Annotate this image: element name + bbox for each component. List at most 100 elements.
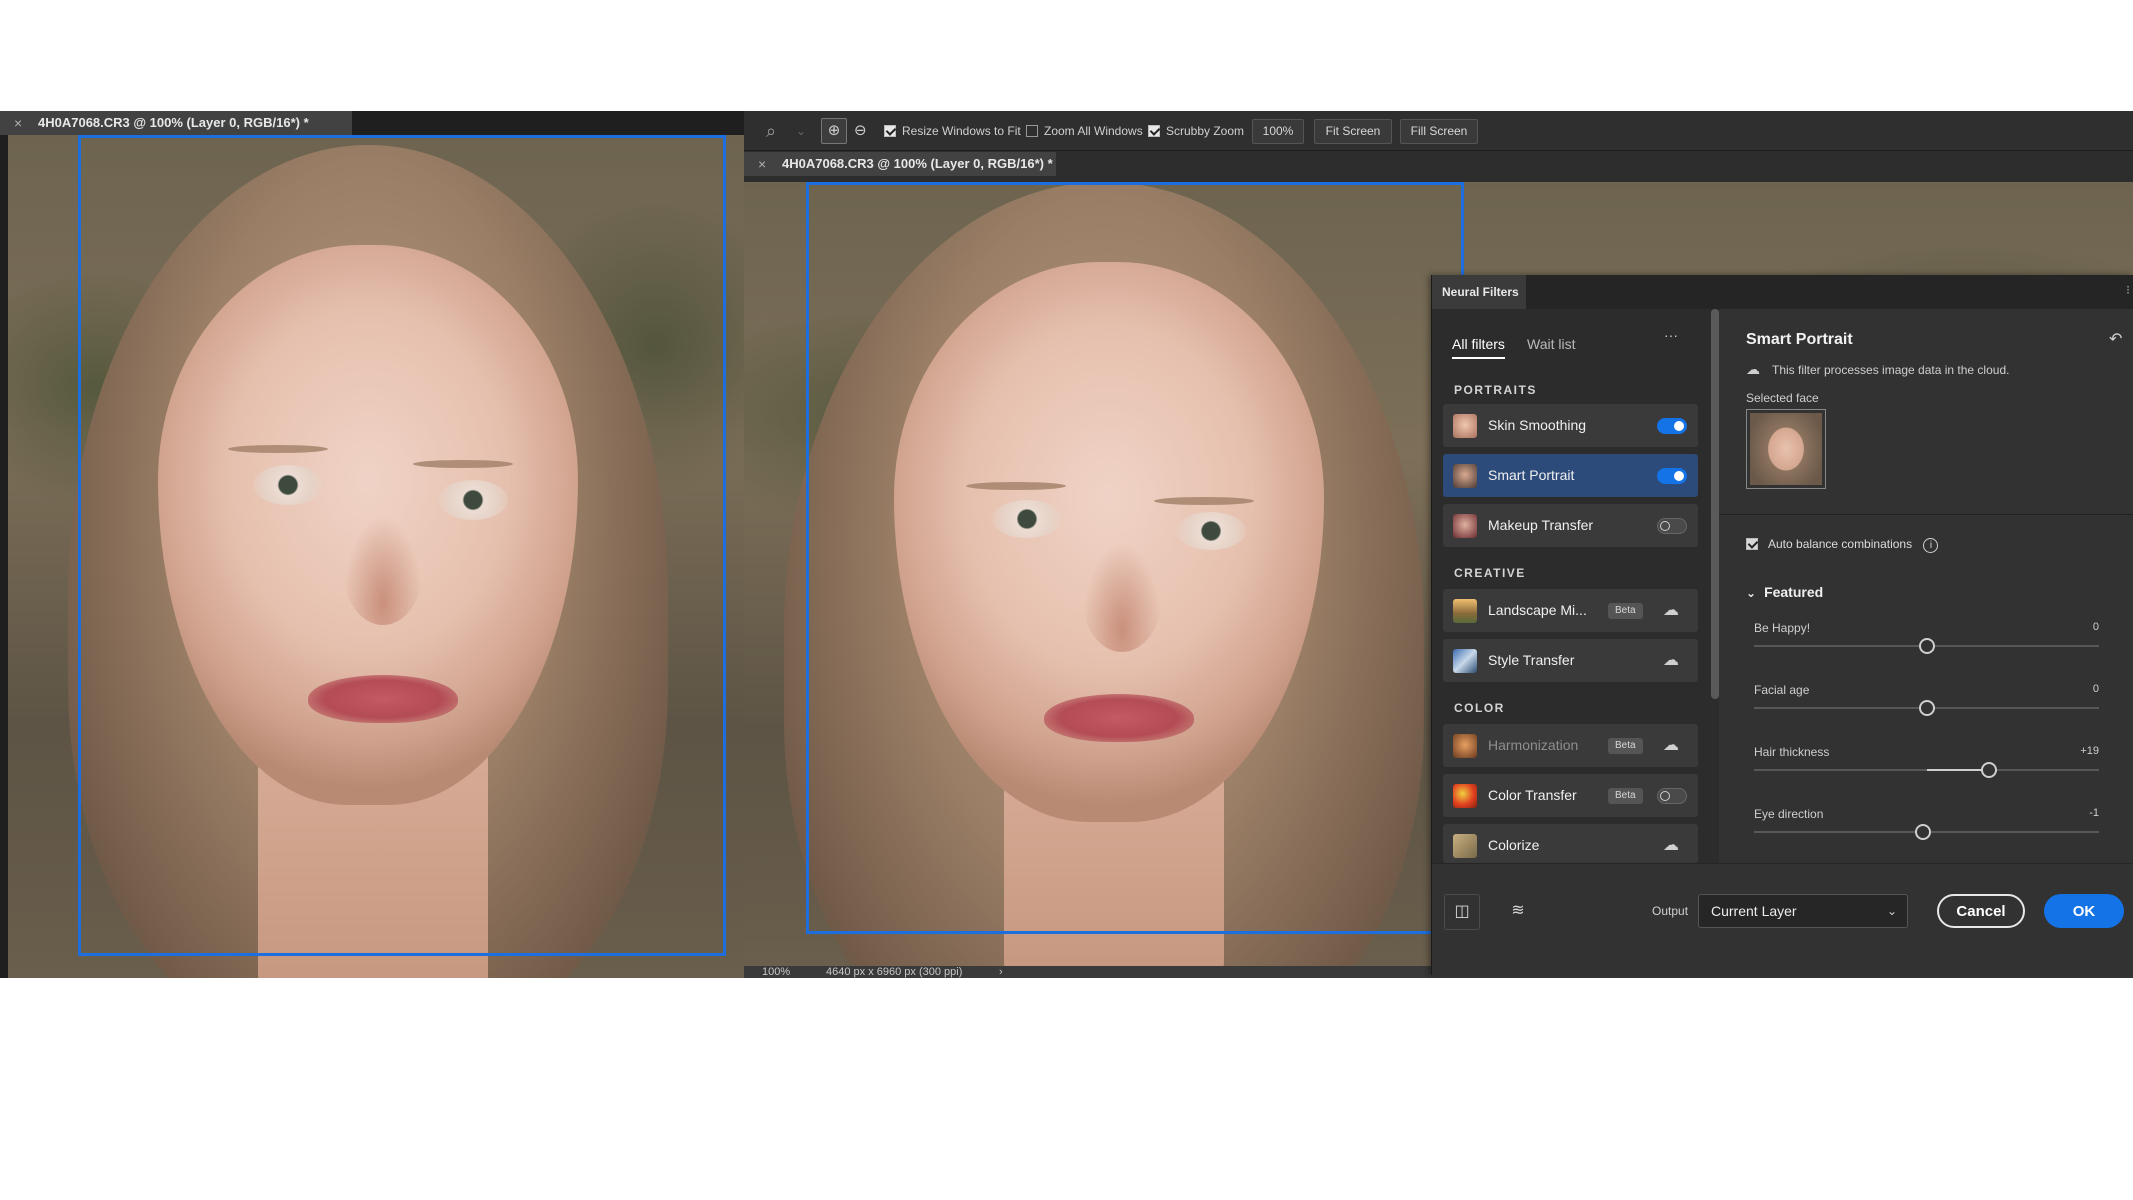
slider-value[interactable]: +19 (2059, 745, 2099, 757)
tab-wait-list[interactable]: Wait list (1527, 329, 1575, 359)
chevron-down-icon: ⌄ (1886, 904, 1897, 918)
ok-button[interactable]: OK (2044, 894, 2124, 928)
filter-title: Smart Portrait (1746, 331, 1853, 348)
panel-menu-icon[interactable]: ⁝ (2126, 283, 2130, 297)
filter-label: Skin Smoothing (1488, 417, 1587, 433)
slider-label: Eye direction (1754, 807, 1824, 821)
chevron-right-icon[interactable]: › (999, 966, 1003, 978)
tab-all-filters[interactable]: All filters (1452, 329, 1505, 359)
screenshot-stage: × 4H0A7068.CR3 @ 100% (Layer 0, RGB/16*)… (0, 0, 2133, 1200)
close-icon[interactable]: × (758, 152, 766, 176)
auto-balance-option[interactable]: Auto balance combinations i (1746, 537, 1939, 553)
zoom-in-icon[interactable]: ⊕ (821, 118, 847, 144)
reset-icon[interactable]: ↶ (2109, 329, 2122, 349)
compare-split-icon[interactable]: ◫ (1444, 894, 1480, 930)
auto-balance-checkbox[interactable] (1746, 538, 1758, 550)
selected-face-thumbnail[interactable] (1746, 409, 1826, 489)
color-transfer-thumbnail-icon (1453, 784, 1477, 808)
filter-list: All filters Wait list ··· PORTRAITS Skin… (1432, 309, 1719, 863)
beta-badge: Beta (1608, 738, 1643, 754)
fill-screen-button[interactable]: Fill Screen (1400, 119, 1478, 144)
section-color: COLOR (1454, 701, 1505, 715)
featured-section-toggle[interactable]: ⌄ Featured (1746, 584, 1823, 600)
slider-knob[interactable] (1918, 638, 1935, 654)
harmonization-thumbnail-icon (1453, 734, 1477, 758)
divider (1719, 514, 2133, 515)
style-transfer-thumbnail-icon (1453, 649, 1477, 673)
filter-makeup-transfer[interactable]: Makeup Transfer (1443, 504, 1698, 547)
more-options-icon[interactable]: ··· (1664, 327, 1678, 343)
left-document-title: 4H0A7068.CR3 @ 100% (Layer 0, RGB/16*) * (38, 115, 309, 130)
cloud-download-icon[interactable]: ☁ (1661, 736, 1681, 756)
skin-smoothing-thumbnail-icon (1453, 414, 1477, 438)
makeup-transfer-toggle[interactable] (1657, 518, 1687, 534)
filter-label: Style Transfer (1488, 652, 1575, 668)
slider-value[interactable]: 0 (2059, 683, 2099, 695)
selected-face-label: Selected face (1746, 391, 1819, 405)
scrubby-zoom-option[interactable]: Scrubby Zoom (1148, 111, 1244, 151)
resize-windows-option[interactable]: Resize Windows to Fit (884, 111, 1021, 151)
scrubby-zoom-checkbox[interactable] (1148, 125, 1160, 137)
zoom-tool-icon[interactable]: ⌕ (766, 111, 776, 151)
right-document-tab[interactable]: × 4H0A7068.CR3 @ 100% (Layer 0, RGB/16*)… (744, 152, 1056, 176)
layers-preview-icon[interactable]: ≋ (1500, 894, 1536, 930)
slider-knob[interactable] (1980, 762, 1997, 778)
cancel-button[interactable]: Cancel (1937, 894, 2025, 928)
skin-smoothing-toggle[interactable] (1657, 418, 1687, 434)
status-zoom[interactable]: 100% (762, 966, 790, 978)
section-portraits: PORTRAITS (1454, 383, 1537, 397)
info-icon[interactable]: i (1923, 538, 1939, 553)
filter-smart-portrait[interactable]: Smart Portrait (1443, 454, 1698, 497)
output-value: Current Layer (1711, 903, 1797, 919)
cloud-download-icon[interactable]: ☁ (1661, 601, 1681, 621)
zoom-all-option[interactable]: Zoom All Windows (1026, 111, 1143, 151)
chevron-down-icon: ⌄ (1746, 586, 1757, 600)
filter-harmonization[interactable]: Harmonization Beta ☁ (1443, 724, 1698, 767)
zoom-all-label: Zoom All Windows (1044, 124, 1143, 138)
filter-label: Colorize (1488, 837, 1540, 853)
output-select[interactable]: Current Layer ⌄ (1698, 894, 1908, 928)
status-doc-size: 4640 px x 6960 px (300 ppi) (826, 966, 963, 978)
beta-badge: Beta (1608, 788, 1643, 804)
slider-value[interactable]: 0 (2059, 621, 2099, 633)
panel-title[interactable]: Neural Filters (1432, 275, 1526, 309)
featured-label: Featured (1764, 584, 1824, 600)
slider-knob[interactable] (1918, 700, 1935, 716)
color-transfer-toggle[interactable] (1657, 788, 1687, 804)
cloud-download-icon[interactable]: ☁ (1661, 836, 1681, 856)
slider-label: Be Happy! (1754, 621, 1811, 635)
right-document-title: 4H0A7068.CR3 @ 100% (Layer 0, RGB/16*) * (782, 156, 1053, 171)
panel-footer: ◫ ≋ Output Current Layer ⌄ Cancel OK (1432, 863, 2133, 975)
filter-style-transfer[interactable]: Style Transfer ☁ (1443, 639, 1698, 682)
slider-knob[interactable] (1915, 824, 1932, 840)
slider-label: Facial age (1754, 683, 1810, 697)
face-detection-box (806, 182, 1464, 934)
zoom-out-icon[interactable]: ⊖ (854, 111, 867, 151)
face-detection-box (78, 135, 726, 956)
filter-label: Smart Portrait (1488, 467, 1575, 483)
zoom-value-field[interactable]: 100% (1252, 119, 1304, 144)
filter-label: Landscape Mi... (1488, 602, 1587, 618)
zoom-all-checkbox[interactable] (1026, 125, 1038, 137)
left-document-window: × 4H0A7068.CR3 @ 100% (Layer 0, RGB/16*)… (0, 111, 744, 978)
filter-skin-smoothing[interactable]: Skin Smoothing (1443, 404, 1698, 447)
photoshop-window: × 4H0A7068.CR3 @ 100% (Layer 0, RGB/16*)… (0, 111, 2133, 978)
slider-value[interactable]: -1 (2059, 807, 2099, 819)
left-document-canvas[interactable] (8, 135, 744, 978)
close-icon[interactable]: × (14, 111, 22, 135)
resize-windows-checkbox[interactable] (884, 125, 896, 137)
beta-badge: Beta (1608, 603, 1643, 619)
filter-list-scrollbar[interactable] (1711, 309, 1719, 699)
cloud-download-icon[interactable]: ☁ (1661, 651, 1681, 671)
smart-portrait-toggle[interactable] (1657, 468, 1687, 484)
filter-landscape-mixer[interactable]: Landscape Mi... Beta ☁ (1443, 589, 1698, 632)
filter-label: Makeup Transfer (1488, 517, 1594, 533)
fit-screen-button[interactable]: Fit Screen (1314, 119, 1392, 144)
filter-settings-pane: Smart Portrait ↶ ☁ This filter processes… (1719, 309, 2133, 863)
filter-label: Harmonization (1488, 737, 1579, 753)
filter-colorize[interactable]: Colorize ☁ (1443, 824, 1698, 863)
slider-label: Hair thickness (1754, 745, 1830, 759)
left-document-tab[interactable]: × 4H0A7068.CR3 @ 100% (Layer 0, RGB/16*)… (0, 111, 352, 135)
cloud-icon: ☁ (1746, 361, 1760, 377)
filter-color-transfer[interactable]: Color Transfer Beta (1443, 774, 1698, 817)
